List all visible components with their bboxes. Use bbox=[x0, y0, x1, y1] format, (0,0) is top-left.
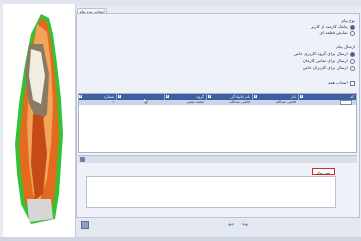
cell-code bbox=[298, 100, 356, 105]
side-image-panel bbox=[3, 4, 76, 237]
bottom-strip bbox=[0, 237, 361, 241]
arrow-right-icon[interactable]: ↪ bbox=[241, 222, 249, 229]
send-type-option-2[interactable]: نمایش قطعه ای bbox=[319, 30, 355, 36]
save-icon[interactable] bbox=[81, 221, 89, 229]
dropdown-icon: ▾ bbox=[118, 94, 121, 98]
send-type-title: نوع پیام bbox=[341, 18, 355, 23]
row-input-box bbox=[340, 100, 352, 105]
cell-number: ۱ bbox=[112, 100, 114, 104]
cell-group: محمد نجفی bbox=[186, 100, 205, 104]
radio-button-icon[interactable] bbox=[350, 58, 355, 64]
paint-brush-image bbox=[3, 4, 75, 237]
select-all-checkbox[interactable]: انتخاب همه bbox=[328, 80, 355, 86]
users-grid[interactable]: کد ▾ نام ▾ نام خانوادگی ▾ گروه ▾ ▾ شماره ▾ قا… bbox=[78, 93, 357, 153]
message-label: متن پیام bbox=[312, 168, 335, 175]
dropdown-icon: ▾ bbox=[166, 94, 169, 98]
dropdown-icon: ▾ bbox=[79, 94, 82, 98]
cell-name: قاضی عبدالله bbox=[275, 100, 296, 104]
dropdown-icon: ▾ bbox=[208, 94, 211, 98]
recipient-option-1[interactable]: ارسال برای گروه کاربری خاص bbox=[294, 51, 355, 57]
checkbox-icon[interactable] bbox=[350, 80, 355, 86]
message-textarea[interactable] bbox=[86, 176, 336, 208]
radio-button-icon[interactable] bbox=[350, 30, 355, 36]
cell-extra bbox=[116, 100, 164, 105]
grid-toolbar bbox=[78, 155, 357, 163]
radio-button-icon[interactable] bbox=[350, 51, 355, 57]
radio-button-icon[interactable] bbox=[350, 24, 355, 30]
cell-family: قاضی عبدالله bbox=[229, 100, 250, 104]
recipient-option-2[interactable]: ارسال برای تماس کارمان bbox=[303, 58, 355, 64]
dropdown-icon: ▾ bbox=[254, 94, 257, 98]
arrow-left-icon[interactable]: ↩ bbox=[227, 222, 235, 229]
mouse-cursor-icon bbox=[144, 98, 148, 104]
recipient-option-3[interactable]: ارسال برای کاربران خاص bbox=[303, 65, 355, 71]
send-type-option-1[interactable]: پیامک کارمند از کاربر bbox=[311, 24, 355, 30]
footer-bar bbox=[76, 219, 360, 239]
dropdown-icon: ▾ bbox=[300, 94, 303, 98]
radio-button-icon[interactable] bbox=[350, 65, 355, 71]
recipients-title: ارسال پیام bbox=[336, 44, 355, 49]
grid-icon[interactable] bbox=[80, 157, 85, 162]
